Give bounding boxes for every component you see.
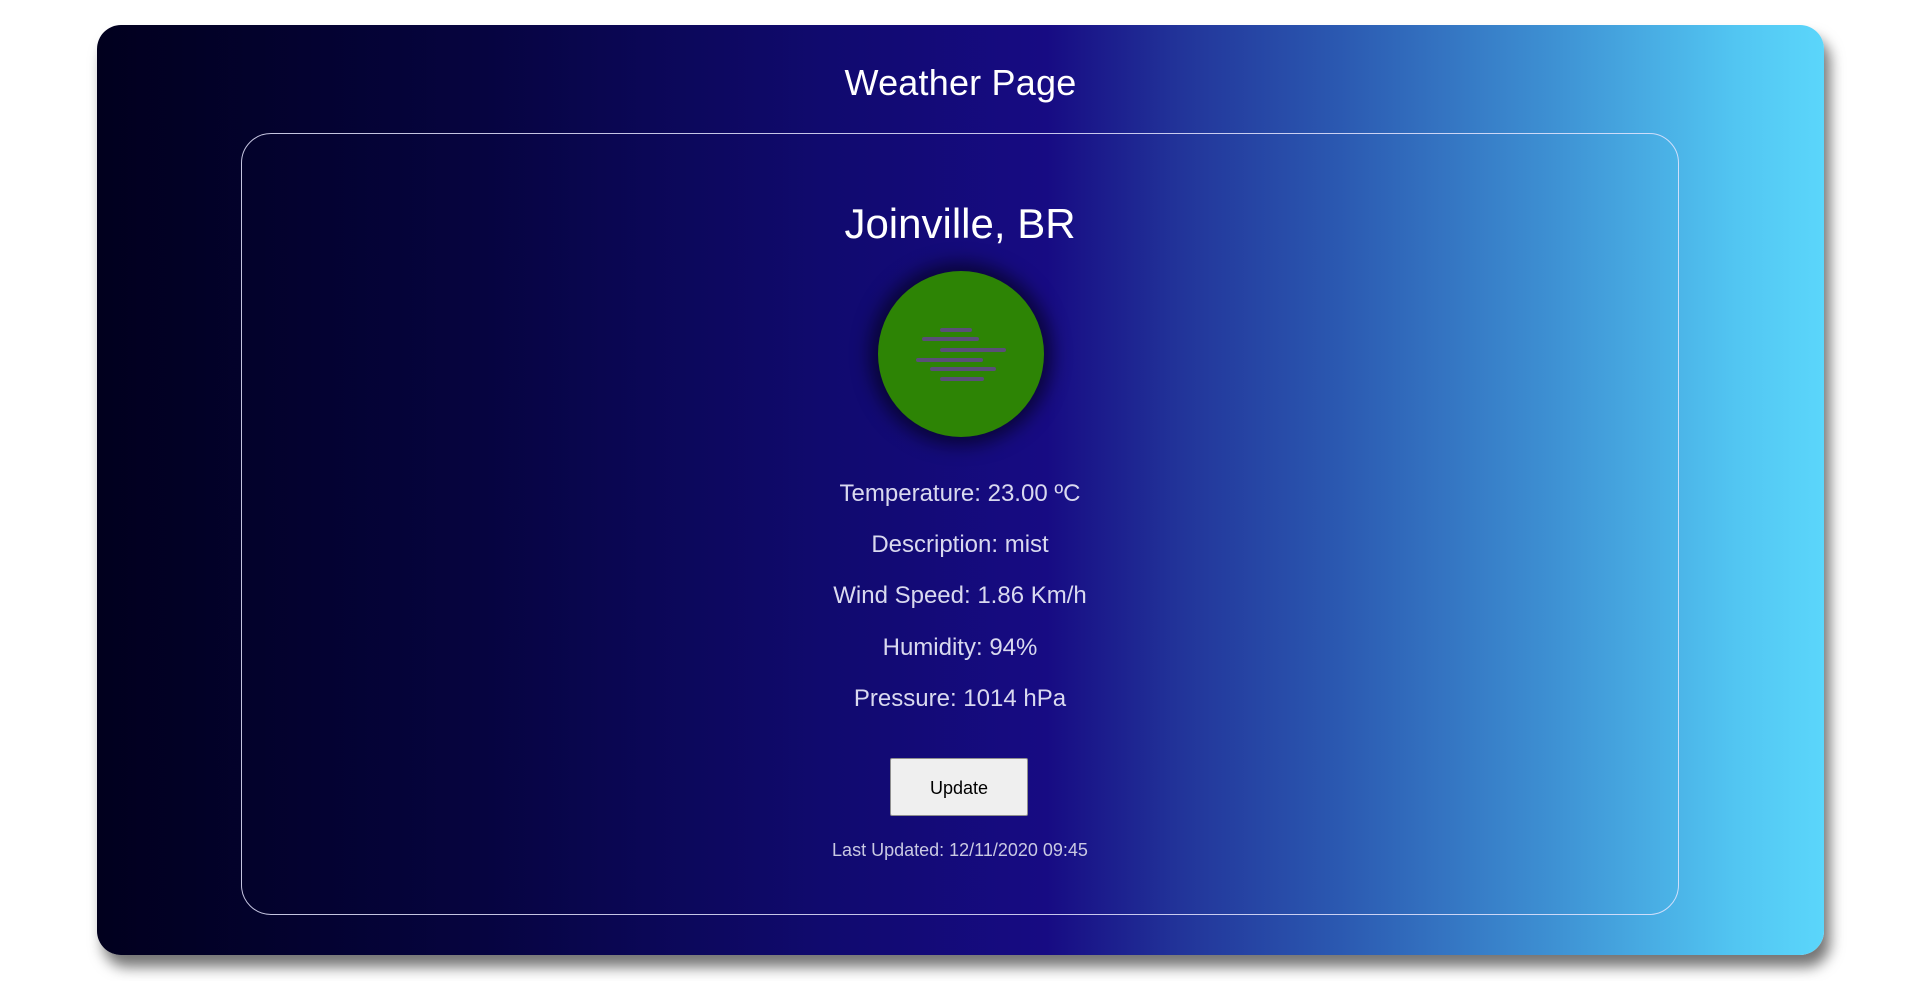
description-label: Description: mist bbox=[871, 531, 1049, 558]
last-updated-label: Last Updated: 12/11/2020 09:45 bbox=[832, 840, 1088, 860]
city-name: Joinville, BR bbox=[844, 200, 1076, 247]
update-button[interactable]: Update bbox=[890, 758, 1028, 816]
temperature-label: Temperature: 23.00 ºC bbox=[839, 480, 1081, 507]
mist-lines bbox=[916, 328, 1006, 381]
humidity-label: Humidity: 94% bbox=[882, 634, 1038, 661]
mist-icon bbox=[878, 271, 1044, 437]
weather-app-panel: Weather Page Joinville, BR Temperature: … bbox=[97, 25, 1824, 955]
page-title: Weather Page bbox=[844, 62, 1077, 103]
wind-speed-label: Wind Speed: 1.86 Km/h bbox=[833, 582, 1087, 609]
weather-card: Joinville, BR Temperature: 23.00 ºC Desc… bbox=[241, 133, 1679, 915]
pressure-label: Pressure: 1014 hPa bbox=[853, 685, 1067, 712]
